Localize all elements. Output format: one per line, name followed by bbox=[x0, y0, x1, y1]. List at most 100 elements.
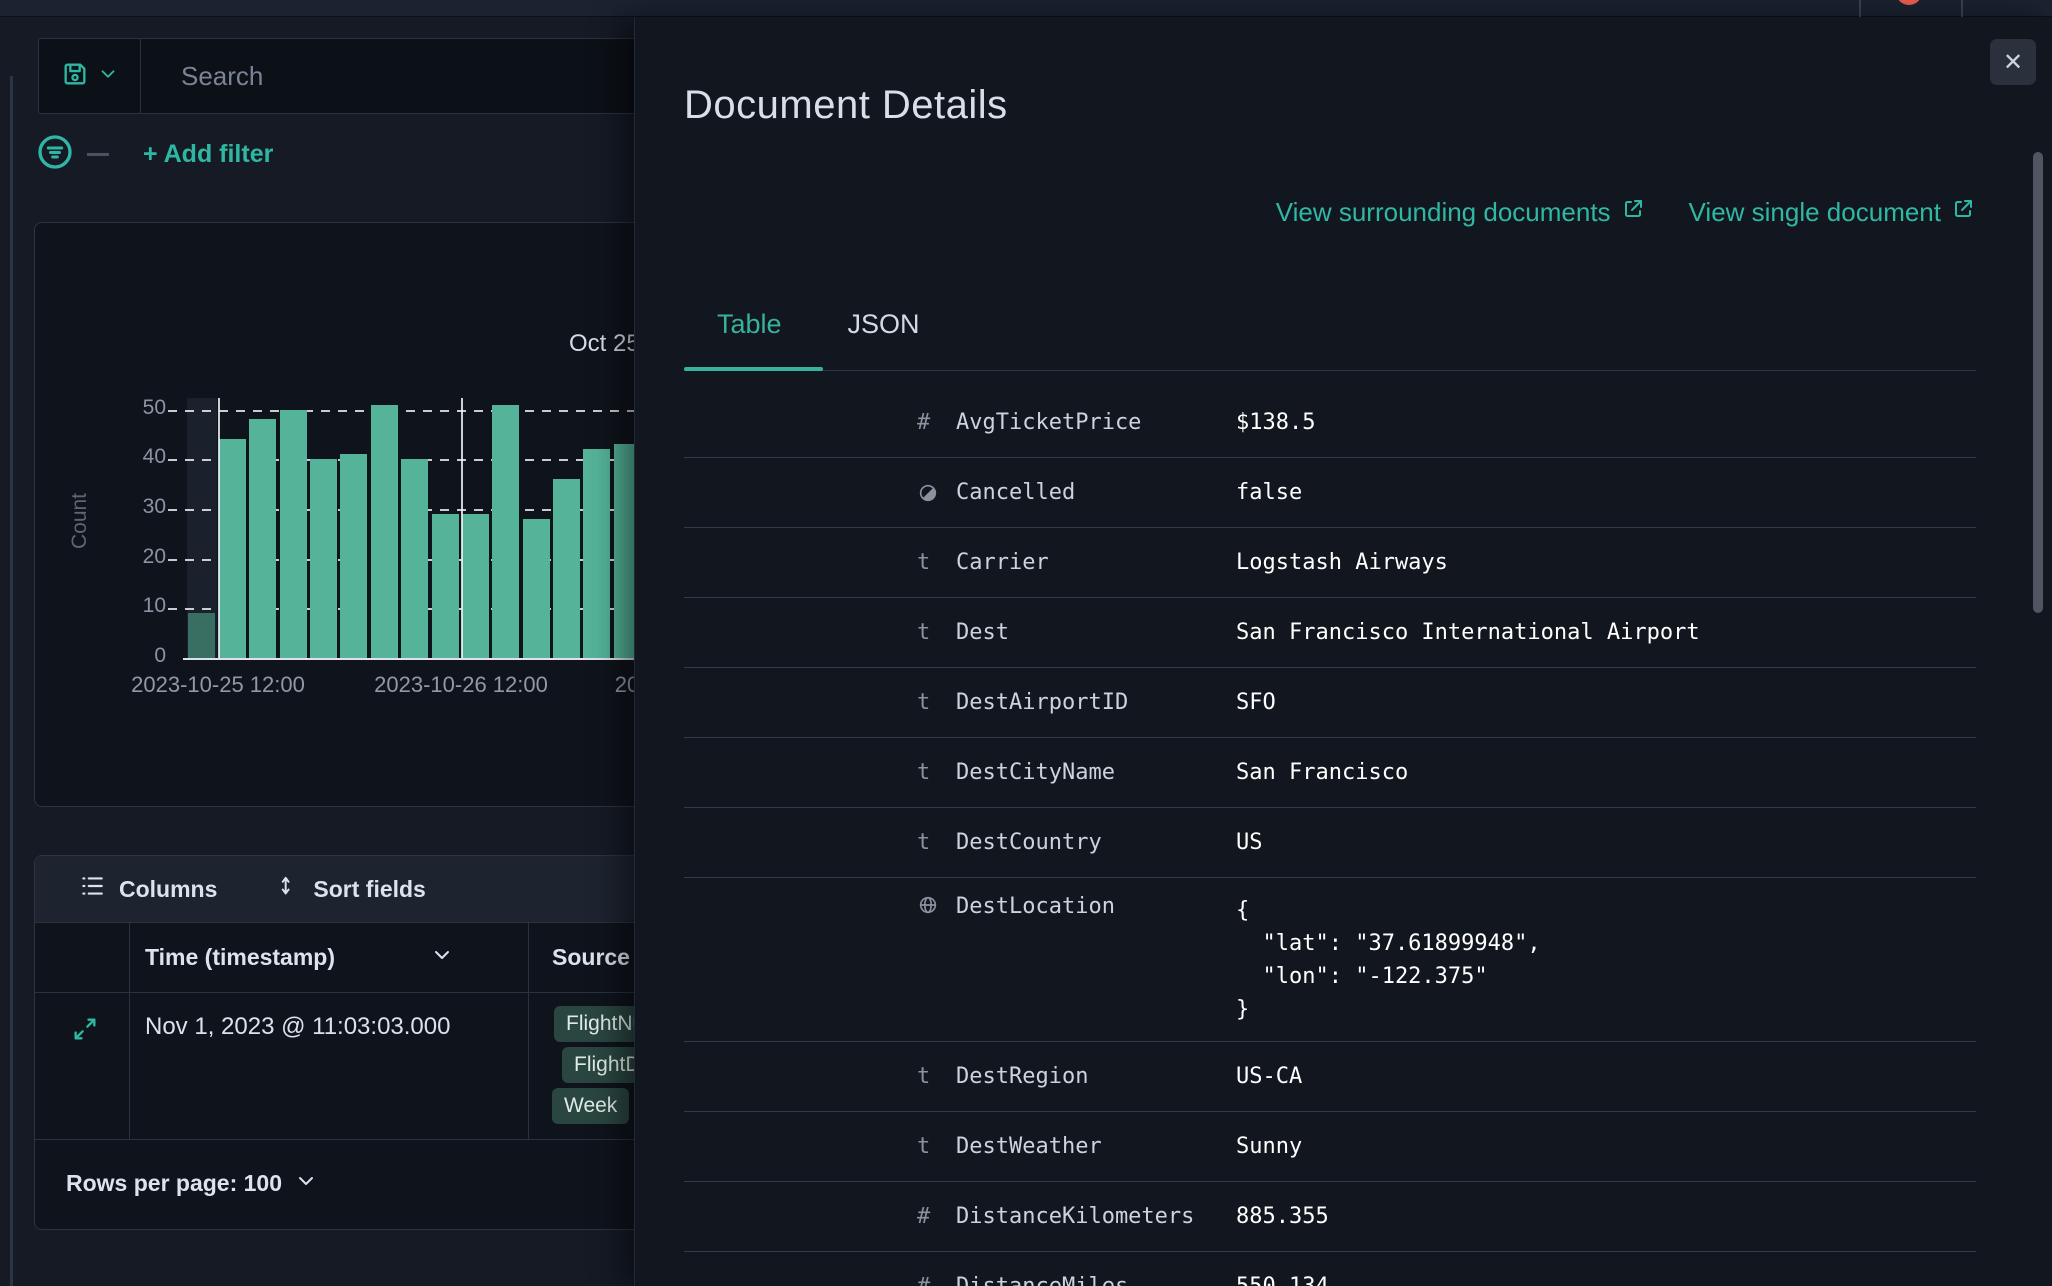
kibana-discover-page: Search + Add filter Oct 25 Count 0 10 20 30… bbox=[0, 0, 2052, 1286]
gridline-50 bbox=[168, 409, 688, 412]
x-tick-label: 2023-10-26 12:00 bbox=[374, 672, 548, 697]
field-row-Dest[interactable]: t Dest San Francisco International Airport bbox=[684, 598, 1976, 668]
field-row-DistanceKilometers[interactable]: # DistanceKilometers 885.355 bbox=[684, 1182, 1976, 1252]
rows-per-page-label: Rows per page: 100 bbox=[66, 1170, 283, 1196]
column-divider bbox=[129, 993, 130, 1139]
field-value: San Francisco bbox=[1236, 760, 1409, 785]
flyout-tabs: Table JSON bbox=[684, 309, 953, 367]
field-row-AvgTicketPrice[interactable]: # AvgTicketPrice $138.5 bbox=[684, 388, 1976, 458]
histogram-bar[interactable] bbox=[552, 479, 580, 658]
field-value: $138.5 bbox=[1236, 410, 1316, 435]
y-tick-10: 10 bbox=[142, 594, 166, 618]
y-tick-30: 30 bbox=[142, 494, 166, 518]
histogram-bar[interactable] bbox=[522, 518, 550, 658]
field-row-DestCityName[interactable]: t DestCityName San Francisco bbox=[684, 738, 1976, 808]
app-top-bar bbox=[0, 0, 2052, 17]
filter-divider bbox=[87, 152, 109, 156]
field-name: DestCountry bbox=[956, 830, 1102, 855]
view-surrounding-documents-link[interactable]: View surrounding documents bbox=[1276, 197, 1645, 228]
field-row-DestLocation[interactable]: DestLocation { "lat": "37.61899948", "lon… bbox=[684, 878, 1976, 1042]
boolean-field-icon bbox=[917, 482, 956, 504]
field-row-Carrier[interactable]: t Carrier Logstash Airways bbox=[684, 528, 1976, 598]
saved-query-menu-button[interactable] bbox=[39, 39, 141, 113]
add-filter-button[interactable]: + Add filter bbox=[143, 140, 273, 169]
day-boundary-gridline bbox=[218, 398, 220, 658]
flyout-scrollbar[interactable] bbox=[2033, 152, 2043, 613]
chevron-down-icon bbox=[97, 63, 119, 90]
document-fields-table: # AvgTicketPrice $138.5 Cancelled false t Carr… bbox=[684, 388, 1976, 1286]
tab-table[interactable]: Table bbox=[684, 309, 815, 367]
field-row-DestWeather[interactable]: t DestWeather Sunny bbox=[684, 1112, 1976, 1182]
field-name: DestWeather bbox=[956, 1134, 1102, 1159]
expand-document-icon[interactable] bbox=[71, 1015, 99, 1048]
field-name: Cancelled bbox=[956, 480, 1076, 505]
columns-button[interactable]: Columns bbox=[79, 873, 217, 905]
column-divider bbox=[129, 923, 130, 992]
field-row-DistanceMiles[interactable]: #DistanceMiles550.134 bbox=[684, 1252, 1976, 1286]
field-value: Sunny bbox=[1236, 1134, 1303, 1159]
top-bar-divider bbox=[1859, 0, 1861, 17]
histogram-bar[interactable] bbox=[492, 404, 520, 658]
user-avatar-badge[interactable] bbox=[1896, 0, 1922, 5]
histogram-bar[interactable] bbox=[310, 459, 338, 658]
columns-list-icon bbox=[79, 873, 105, 905]
field-name: DestRegion bbox=[956, 1064, 1089, 1089]
page-edge-divider bbox=[10, 76, 13, 1286]
partial-bucket-bar[interactable] bbox=[188, 613, 215, 658]
day-boundary-gridline bbox=[461, 398, 463, 658]
y-tick-0: 0 bbox=[154, 644, 166, 667]
field-name: DistanceMiles bbox=[956, 1274, 1236, 1286]
source-field-badge[interactable]: Week bbox=[552, 1088, 630, 1124]
field-value: US-CA bbox=[1236, 1064, 1303, 1089]
top-bar-divider bbox=[1961, 0, 1963, 17]
column-divider bbox=[528, 923, 529, 992]
histogram-bar[interactable] bbox=[340, 454, 368, 658]
external-link-icon bbox=[1621, 197, 1645, 228]
field-name: DestLocation bbox=[956, 894, 1115, 919]
string-field-icon: t bbox=[917, 1064, 931, 1089]
y-tick-20: 20 bbox=[142, 544, 166, 568]
filter-icon[interactable] bbox=[35, 132, 75, 177]
histogram-bar[interactable] bbox=[370, 404, 398, 658]
view-single-document-link[interactable]: View single document bbox=[1689, 197, 1975, 228]
field-name: Dest bbox=[956, 620, 1009, 645]
time-column-header[interactable]: Time (timestamp) bbox=[145, 923, 515, 992]
active-tab-underline bbox=[684, 367, 823, 371]
field-row-DestAirportID[interactable]: t DestAirportID SFO bbox=[684, 668, 1976, 738]
field-row-DestRegion[interactable]: t DestRegion US-CA bbox=[684, 1042, 1976, 1112]
field-name: DestCityName bbox=[956, 760, 1115, 785]
string-field-icon: t bbox=[917, 830, 931, 855]
histogram-bar[interactable] bbox=[461, 513, 489, 658]
string-field-icon: t bbox=[917, 1134, 931, 1159]
histogram-bar[interactable] bbox=[219, 439, 246, 658]
histogram-bar[interactable] bbox=[431, 513, 459, 658]
field-value: false bbox=[1236, 480, 1303, 505]
field-name: DistanceKilometers bbox=[956, 1204, 1195, 1229]
tab-json[interactable]: JSON bbox=[815, 309, 953, 367]
field-value: 550.134 bbox=[1236, 1270, 1329, 1286]
rows-per-page-button[interactable]: Rows per page: 100 bbox=[66, 1169, 318, 1199]
close-icon[interactable]: ✕ bbox=[1990, 39, 2036, 85]
field-name: DestAirportID bbox=[956, 690, 1129, 715]
external-link-icon bbox=[1951, 197, 1975, 228]
field-row-DestCountry[interactable]: t DestCountry US bbox=[684, 808, 1976, 878]
histogram-bar[interactable] bbox=[401, 459, 429, 658]
y-tick-50: 50 bbox=[142, 395, 166, 419]
filter-bar: + Add filter bbox=[35, 132, 273, 176]
histogram-bar[interactable] bbox=[583, 449, 611, 658]
string-field-icon: t bbox=[917, 620, 931, 645]
sort-fields-button[interactable]: Sort fields bbox=[273, 873, 426, 905]
field-name: Carrier bbox=[956, 550, 1049, 575]
sort-fields-button-label: Sort fields bbox=[313, 875, 426, 902]
column-divider bbox=[528, 993, 529, 1139]
histogram-bar[interactable] bbox=[249, 419, 277, 658]
histogram-time-range-label: Oct 25 bbox=[569, 330, 640, 357]
string-field-icon: t bbox=[917, 550, 931, 575]
string-field-icon: t bbox=[917, 760, 931, 785]
x-tick-label: 2023-10-25 12:00 bbox=[131, 672, 305, 697]
histogram-bar[interactable] bbox=[279, 409, 307, 658]
x-axis-line bbox=[183, 658, 688, 660]
save-icon bbox=[61, 60, 89, 93]
tabs-baseline bbox=[684, 370, 1976, 371]
field-row-Cancelled[interactable]: Cancelled false bbox=[684, 458, 1976, 528]
